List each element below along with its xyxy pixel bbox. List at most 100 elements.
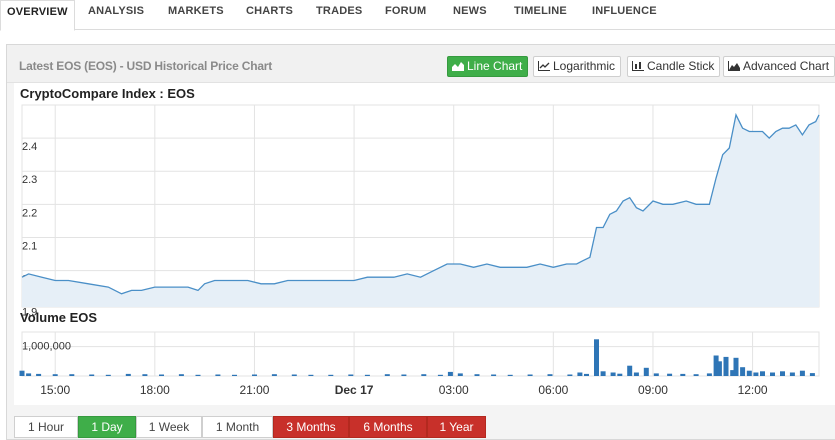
volume-bar: [364, 374, 370, 376]
volume-bar: [594, 339, 599, 376]
volume-bar: [577, 372, 583, 376]
panel-header: Latest EOS (EOS) - USD Historical Price …: [7, 45, 835, 83]
volume-bar: [125, 373, 131, 376]
volume-bar: [328, 374, 334, 376]
price-ytick-label: 2.2: [22, 207, 37, 219]
tab-overview[interactable]: OVERVIEW: [0, 0, 75, 31]
tab-forum[interactable]: FORUM: [385, 0, 426, 30]
volume-bar: [799, 370, 805, 376]
tab-trades[interactable]: TRADES: [316, 0, 362, 30]
volume-bar: [271, 374, 277, 376]
line-chart-button[interactable]: Line Chart: [447, 56, 529, 77]
volume-bar: [232, 374, 237, 376]
volume-bar: [142, 374, 148, 376]
volume-bar: [69, 374, 75, 376]
chart-area: CryptoCompare Index : EOS 1.92.02.12.22.…: [14, 83, 835, 405]
price-volume-chart: CryptoCompare Index : EOS 1.92.02.12.22.…: [14, 83, 835, 405]
panel-title: Latest EOS (EOS) - USD Historical Price …: [19, 59, 273, 73]
volume-bar: [723, 356, 729, 376]
x-tick-label: 03:00: [439, 383, 469, 397]
volume-bar: [507, 374, 513, 376]
tab-news[interactable]: NEWS: [453, 0, 487, 30]
area-chart-icon: [452, 62, 464, 71]
x-tick-label: 18:00: [140, 383, 170, 397]
volume-bar: [667, 373, 673, 376]
volume-bar: [474, 374, 480, 376]
volume-bar: [89, 374, 95, 376]
mountain-chart-icon: [728, 61, 740, 71]
volume-bar: [716, 361, 722, 376]
advanced-chart-label: Advanced Chart: [743, 59, 830, 73]
volume-bar: [308, 374, 314, 376]
volume-bar: [706, 373, 712, 376]
tab-charts[interactable]: CHARTS: [246, 0, 293, 30]
volume-bar: [52, 374, 58, 376]
tab-markets[interactable]: MARKETS: [168, 0, 224, 30]
range-3-months-button[interactable]: 3 Months: [273, 416, 349, 438]
tab-influence[interactable]: INFLUENCE: [592, 0, 657, 30]
volume-bar: [384, 374, 390, 376]
top-nav: OVERVIEW ANALYSIS MARKETS CHARTS TRADES …: [0, 0, 835, 31]
volume-ytick-label: 1,000,000: [22, 341, 71, 353]
volume-bar: [600, 371, 606, 376]
price-ytick-label: 2.4: [22, 141, 37, 153]
volume-bar: [291, 374, 297, 376]
line-chart-icon: [538, 61, 550, 71]
volume-bar: [770, 372, 775, 376]
volume-bar: [627, 365, 633, 376]
volume-bar: [36, 373, 42, 376]
volume-bar: [527, 374, 533, 376]
volume-bar: [643, 367, 649, 376]
logarithmic-button[interactable]: Logarithmic: [533, 56, 622, 77]
volume-bar: [437, 374, 443, 376]
x-tick-label: 06:00: [538, 383, 568, 397]
volume-chart-title: Volume EOS: [20, 310, 97, 325]
volume-bar: [610, 372, 616, 376]
volume-bar: [159, 374, 164, 376]
volume-bar: [547, 374, 553, 376]
x-tick-label: 09:00: [638, 383, 668, 397]
tab-timeline[interactable]: TIMELINE: [514, 0, 567, 30]
volume-bar: [447, 371, 453, 376]
x-tick-label: 21:00: [239, 383, 269, 397]
volume-bar: [348, 374, 354, 376]
tab-analysis[interactable]: ANALYSIS: [88, 0, 144, 30]
range-1-hour-button[interactable]: 1 Hour: [14, 416, 78, 438]
price-ytick-label: 2.3: [22, 174, 37, 186]
volume-bar: [780, 371, 785, 376]
volume-bar: [567, 374, 573, 376]
logarithmic-label: Logarithmic: [553, 59, 616, 73]
volume-bar: [584, 373, 589, 376]
range-1-year-button[interactable]: 1 Year: [427, 416, 486, 438]
volume-bar: [401, 374, 407, 376]
volume-bar: [178, 374, 184, 376]
x-tick-label: 12:00: [738, 383, 768, 397]
volume-bar: [653, 373, 659, 376]
volume-bar: [195, 374, 201, 376]
volume-bar: [26, 373, 32, 376]
range-6-months-button[interactable]: 6 Months: [349, 416, 427, 438]
volume-bar: [740, 367, 746, 376]
volume-bar: [789, 372, 795, 376]
volume-bar: [421, 374, 427, 376]
volume-bar: [693, 374, 699, 376]
volume-bar: [215, 374, 221, 376]
volume-bar: [105, 374, 111, 376]
candle-stick-label: Candle Stick: [647, 59, 715, 73]
price-ytick-label: 2.1: [22, 240, 37, 252]
line-chart-label: Line Chart: [467, 59, 523, 73]
volume-bar: [753, 372, 759, 376]
volume-bar: [19, 370, 25, 376]
range-1-week-button[interactable]: 1 Week: [136, 416, 202, 438]
candle-stick-button[interactable]: Candle Stick: [627, 56, 721, 77]
volume-bar: [760, 371, 765, 376]
volume-bar: [809, 373, 815, 376]
range-1-month-button[interactable]: 1 Month: [202, 416, 273, 438]
advanced-chart-button[interactable]: Advanced Chart: [723, 56, 835, 77]
volume-bar: [680, 373, 686, 376]
x-tick-label: Dec 17: [335, 383, 374, 397]
candlestick-icon: [632, 61, 644, 71]
volume-bar: [617, 373, 623, 376]
range-1-day-button[interactable]: 1 Day: [78, 416, 136, 438]
volume-bar: [457, 373, 463, 376]
